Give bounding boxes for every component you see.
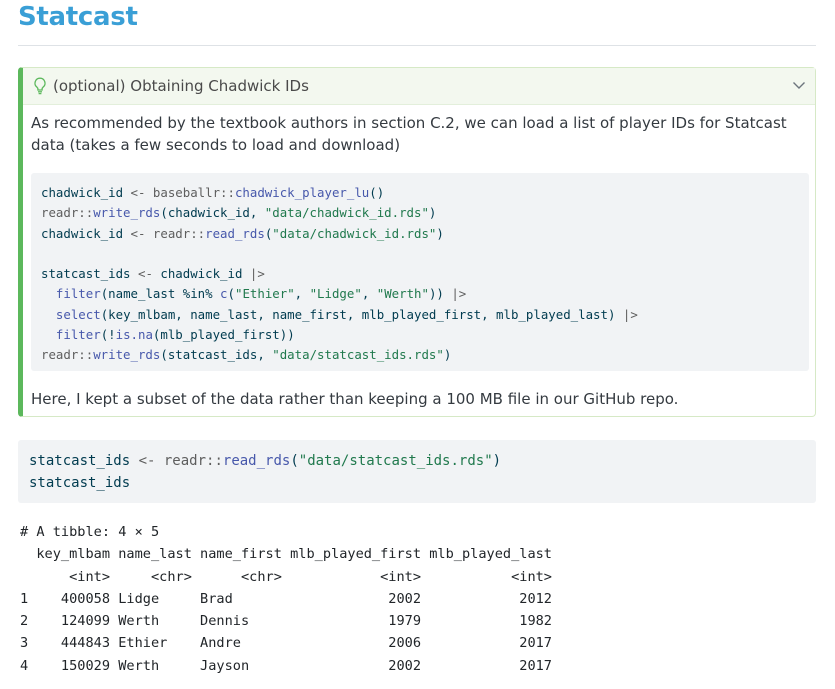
tibble-header: # A tibble: 4 × 5 [20,524,160,540]
column-header: name_last [110,546,192,563]
column-type: <int> [421,568,552,585]
row-index-spacer [20,569,28,585]
table-row: 3 444843 Ethier Andre 2006 2017 [20,632,552,654]
column-type: <int> [28,568,111,585]
table-cell: Dennis [191,613,282,630]
callout-note: Here, I kept a subset of the data rather… [31,390,679,408]
page: Statcast (optional) Obtaining Chadwick I… [0,0,835,689]
table-cell: Lidge [110,590,192,607]
table-cell: 2006 [281,635,422,652]
table-cell: 1979 [281,613,422,630]
table-cell: Werth [110,613,192,630]
row-index: 4 [20,657,29,674]
column-header: mlb_played_last [421,546,552,563]
table-cell: Andre [191,635,282,652]
table-cell: 2017 [421,635,552,652]
table-cell: 124099 [28,613,111,630]
tibble-column-headers: key_mlbam name_last name_first mlb_playe… [20,543,552,565]
code-statcast: statcast_ids <- readr::read_rds("data/st… [29,453,502,491]
table-cell: 2012 [421,590,552,607]
title-divider [18,45,816,46]
row-index: 3 [20,635,29,652]
tibble-column-types: <int> <chr> <chr> <int> <int> [20,566,552,588]
column-type: <chr> [110,568,192,585]
table-cell: Werth [110,657,192,674]
code-block-statcast[interactable]: statcast_ids <- readr::read_rds("data/st… [18,440,816,503]
table-cell: 2017 [421,657,552,674]
table-cell: Brad [191,590,282,607]
code-chadwick: chadwick_id <- baseballr::chadwick_playe… [41,185,638,363]
lightbulb-icon [34,77,46,95]
column-type: <int> [281,568,422,585]
tibble-output: # A tibble: 4 × 5 key_mlbam name_last na… [20,521,552,677]
column-header: key_mlbam [28,546,111,563]
callout-title: (optional) Obtaining Chadwick IDs [53,77,309,95]
table-cell: 150029 [28,657,111,674]
table-row: 4 150029 Werth Jayson 2002 2017 [20,655,552,677]
callout-tip: (optional) Obtaining Chadwick IDs As rec… [18,67,816,417]
chevron-down-icon[interactable] [792,79,806,91]
table-cell: 1982 [421,613,552,630]
table-cell: Ethier [110,635,192,652]
table-cell: 2002 [281,590,422,607]
table-cell: 400058 [28,590,111,607]
code-block-chadwick[interactable]: chadwick_id <- baseballr::chadwick_playe… [31,173,809,371]
table-row: 1 400058 Lidge Brad 2002 2012 [20,588,552,610]
callout-header[interactable]: (optional) Obtaining Chadwick IDs [23,68,815,105]
table-cell: 444843 [28,635,111,652]
callout-intro: As recommended by the textbook authors i… [31,114,787,154]
table-cell: Jayson [191,657,282,674]
row-index-spacer [20,546,28,562]
code-output: # A tibble: 4 × 5 key_mlbam name_last na… [20,521,552,677]
row-index: 2 [20,613,29,630]
section-title: Statcast [18,2,138,32]
column-header: name_first [191,546,282,563]
column-type: <chr> [191,568,282,585]
row-index: 1 [20,590,29,607]
table-cell: 2002 [281,657,422,674]
column-header: mlb_played_first [281,546,422,563]
table-row: 2 124099 Werth Dennis 1979 1982 [20,610,552,632]
